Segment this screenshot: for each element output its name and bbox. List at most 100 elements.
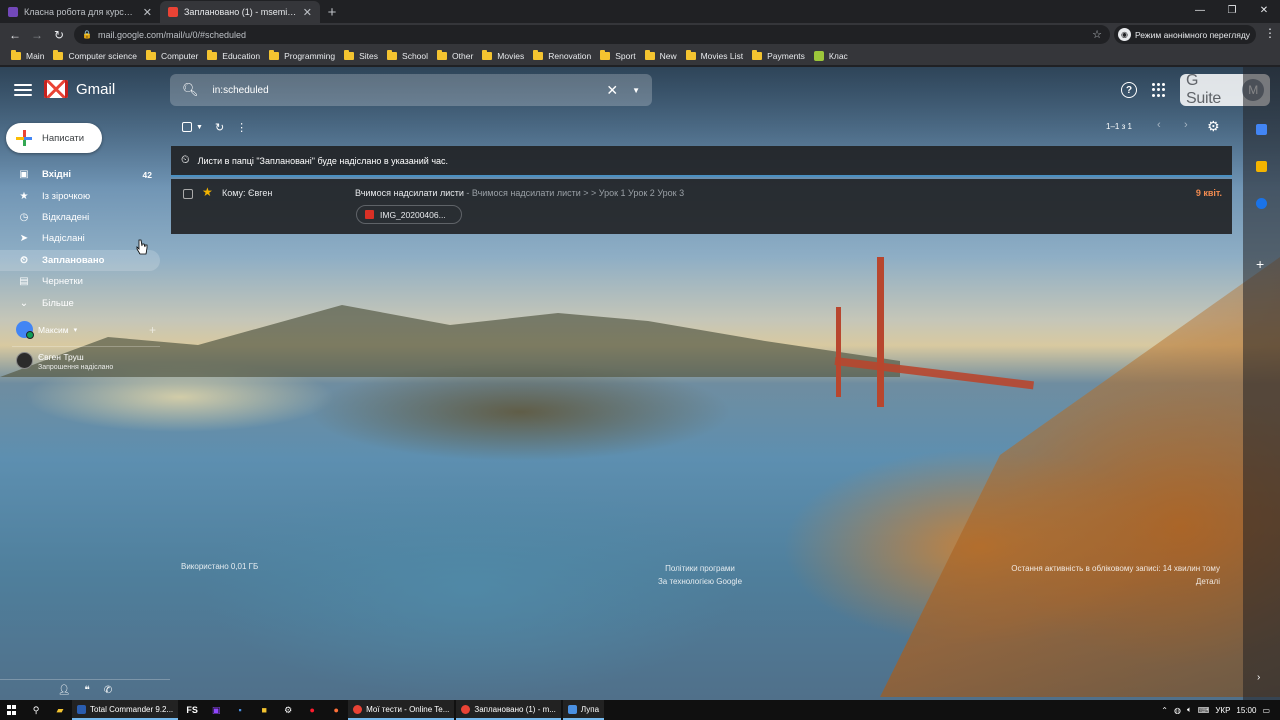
subject: Вчимося надсилати листи xyxy=(355,188,464,198)
incognito-badge[interactable]: ◉ Режим анонімного перегляду xyxy=(1114,25,1257,44)
bookmark-folder[interactable]: Computer science xyxy=(50,49,143,61)
forward-arrow-icon[interactable]: → xyxy=(28,26,46,44)
fs-app-icon[interactable]: FS xyxy=(180,700,204,720)
mail-search[interactable]: 🔍︎ ✕ ▼ xyxy=(170,74,652,106)
bookmark-folder[interactable]: Renovation xyxy=(530,49,597,61)
restore-icon[interactable]: ❐ xyxy=(1216,0,1248,20)
bookmark-folder[interactable]: Movies List xyxy=(683,49,750,61)
attachment-chip[interactable]: IMG_20200406... xyxy=(356,205,462,224)
tray-chevron-up-icon[interactable]: ⌃ xyxy=(1161,706,1168,715)
taskbar-app-total-commander[interactable]: Total Commander 9.2... xyxy=(72,700,179,720)
add-contact-icon[interactable]: + xyxy=(149,323,156,337)
tray-language[interactable]: УКР xyxy=(1215,706,1230,715)
search-icon[interactable]: 🔍︎ xyxy=(182,82,199,98)
program-policies-link[interactable]: Політики програми xyxy=(600,562,800,575)
notifications-icon[interactable]: ▭ xyxy=(1262,706,1270,715)
close-window-icon[interactable]: ✕ xyxy=(1248,0,1280,20)
twitch-icon[interactable]: ▣ xyxy=(204,700,228,720)
sidebar-item-snoozed[interactable]: ◷ Відкладені xyxy=(0,207,160,228)
gmail-logo[interactable]: Gmail xyxy=(44,80,115,98)
bookmark-folder[interactable]: Payments xyxy=(749,49,811,61)
hangouts-quote-icon[interactable]: ❝ xyxy=(84,685,89,696)
scheduled-icon: ⏲ xyxy=(181,154,190,166)
select-all-checkbox[interactable] xyxy=(182,122,192,132)
tasks-icon[interactable] xyxy=(1256,198,1267,209)
bookmark-link[interactable]: Клас xyxy=(811,50,854,61)
bookmark-folder[interactable]: New xyxy=(642,49,683,61)
clear-search-icon[interactable]: ✕ xyxy=(606,82,618,99)
calendar-icon[interactable] xyxy=(1256,124,1267,135)
row-checkbox[interactable] xyxy=(183,189,193,199)
sidebar-item-starred[interactable]: ★ Із зірочкою xyxy=(0,185,160,206)
back-arrow-icon[interactable]: ← xyxy=(6,26,24,44)
hangouts-contact[interactable]: Євген Труш Запрошення надіслано xyxy=(16,352,113,371)
details-link[interactable]: Деталі xyxy=(900,575,1220,588)
new-tab-button[interactable]: + xyxy=(320,1,344,23)
notes-icon[interactable]: ■ xyxy=(252,700,276,720)
tab-title: Заплановано (1) - msemianivsky xyxy=(184,7,297,17)
browser-tab-gmail[interactable]: Заплановано (1) - msemianivsky ✕ xyxy=(160,1,320,23)
sidebar-item-drafts[interactable]: ▤ Чернетки xyxy=(0,271,160,292)
background-bridge-tower xyxy=(877,257,884,407)
volume-icon[interactable]: 🔈︎ xyxy=(1187,705,1192,715)
bookmark-folder[interactable]: Education xyxy=(204,49,266,61)
file-explorer-icon[interactable]: ▰ xyxy=(48,700,72,720)
bookmark-label: Movies List xyxy=(700,50,744,61)
search-options-caret-icon[interactable]: ▼ xyxy=(632,86,640,95)
refresh-icon[interactable]: ↻ xyxy=(215,121,224,134)
tab-close-icon[interactable]: ✕ xyxy=(143,6,152,19)
bookmark-star-icon[interactable]: ☆ xyxy=(1092,28,1102,41)
keyboard-icon[interactable]: ⌨ xyxy=(1198,706,1210,715)
minimize-icon[interactable]: — xyxy=(1184,0,1216,20)
prev-page-icon[interactable]: ‹ xyxy=(1157,119,1161,131)
clock-time[interactable]: 15:00 xyxy=(1236,706,1256,715)
folder-icon xyxy=(685,49,696,60)
bookmark-folder[interactable]: Programming xyxy=(266,49,341,61)
browser-tab-classroom[interactable]: Класна робота для курсу "7Б. Ін ✕ xyxy=(0,1,160,23)
opera-icon[interactable]: ● xyxy=(300,700,324,720)
taskbar-app-chrome-gmail[interactable]: Заплановано (1) - m... xyxy=(456,700,561,720)
table-row[interactable]: ★ Кому: Євген Вчимося надсилати листи - … xyxy=(171,179,1232,234)
tab-close-icon[interactable]: ✕ xyxy=(303,6,312,19)
keep-icon[interactable] xyxy=(1256,161,1267,172)
hangouts-self[interactable]: Максим ▾ + xyxy=(16,321,156,339)
settings-gear-icon[interactable]: ⚙ xyxy=(1207,118,1220,135)
sidebar-item-inbox[interactable]: ▣ Вхідні 42 xyxy=(0,164,160,185)
background-bridge-tower xyxy=(836,307,841,397)
bookmark-folder[interactable]: School xyxy=(384,49,434,61)
terminal-icon[interactable]: ▪ xyxy=(228,700,252,720)
sidebar-item-more[interactable]: ⌄ Більше xyxy=(0,292,160,313)
help-icon[interactable]: ? xyxy=(1121,82,1137,98)
star-icon[interactable]: ★ xyxy=(202,185,213,199)
firefox-icon[interactable]: ● xyxy=(324,700,348,720)
network-icon[interactable]: ◍ xyxy=(1174,706,1181,715)
incognito-label: Режим анонімного перегляду xyxy=(1135,29,1251,40)
get-addons-icon[interactable]: + xyxy=(1256,256,1264,272)
start-button[interactable] xyxy=(0,705,24,715)
phone-icon[interactable]: ✆ xyxy=(104,685,112,696)
more-actions-icon[interactable]: ⋮ xyxy=(236,121,247,134)
address-bar[interactable]: 🔒 mail.google.com/mail/u/0/#scheduled ☆ xyxy=(74,25,1110,44)
expand-panel-icon[interactable]: › xyxy=(1257,672,1260,683)
search-icon[interactable]: ⚲ xyxy=(24,700,48,720)
main-menu-icon[interactable] xyxy=(14,82,32,98)
bookmark-folder[interactable]: Other xyxy=(434,49,479,61)
reload-icon[interactable]: ↻ xyxy=(50,26,68,44)
compose-button[interactable]: Написати xyxy=(6,123,102,153)
bookmark-folder[interactable]: Main xyxy=(8,49,50,61)
bookmark-folder[interactable]: Sites xyxy=(341,49,384,61)
taskbar-app-magnifier[interactable]: Лупа xyxy=(562,700,605,720)
next-page-icon[interactable]: › xyxy=(1184,119,1188,131)
apps-grid-icon[interactable] xyxy=(1152,83,1166,97)
folder-icon xyxy=(752,49,763,60)
bookmark-folder[interactable]: Sport xyxy=(597,49,641,61)
search-input[interactable] xyxy=(212,84,593,96)
caret-down-icon[interactable]: ▾ xyxy=(74,326,78,334)
person-icon[interactable]: 👤︎ xyxy=(58,685,71,696)
browser-menu-icon[interactable]: ⋮ xyxy=(1264,26,1276,40)
taskbar-app-chrome-tests[interactable]: Мої тести - Online Te... xyxy=(348,700,455,720)
select-caret-icon[interactable]: ▼ xyxy=(196,124,203,131)
bookmark-folder[interactable]: Movies xyxy=(479,49,530,61)
settings-gear-icon[interactable]: ⚙ xyxy=(276,700,300,720)
bookmark-folder[interactable]: Computer xyxy=(143,49,204,61)
